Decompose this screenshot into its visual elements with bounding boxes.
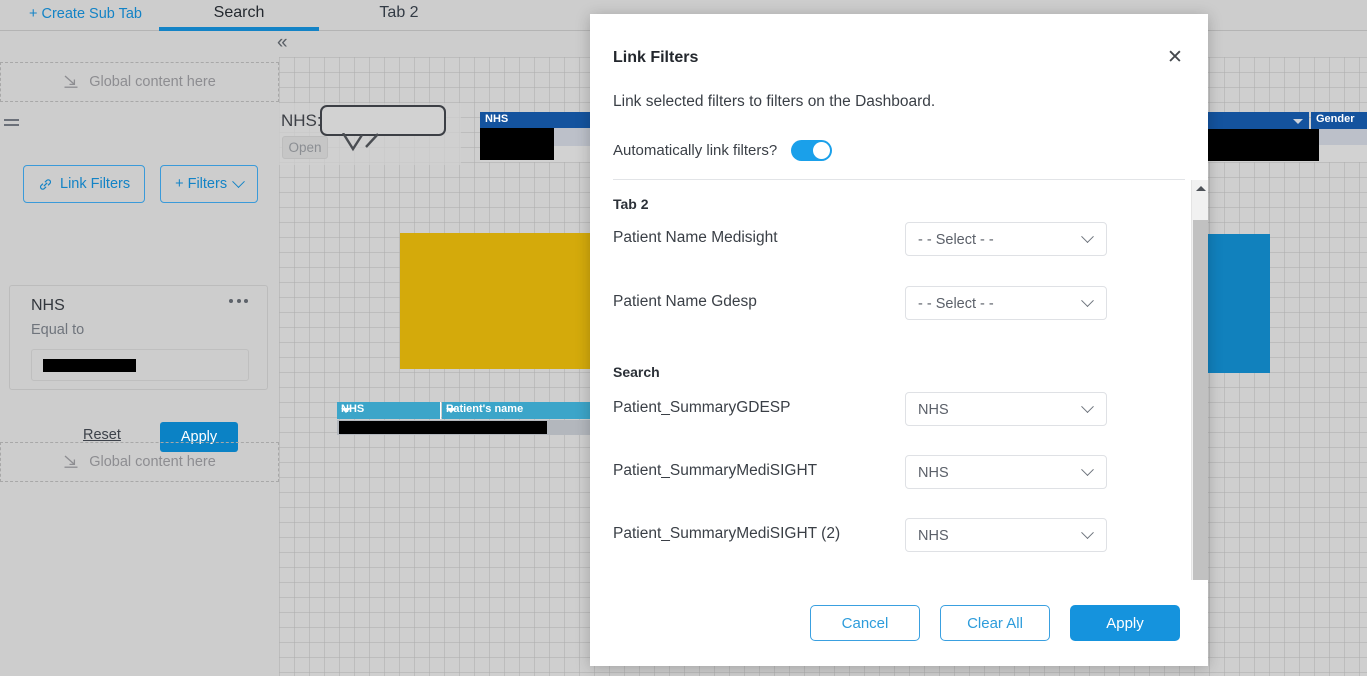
filter-row-patient-summarymedisight-2: Patient_SummaryMediSIGHT (2) NHS: [613, 518, 1185, 552]
modal-body: Tab 2 Patient Name Medisight - - Select …: [590, 186, 1208, 604]
filter-card-nhs[interactable]: NHS Equal to: [9, 285, 268, 390]
auto-link-filters-label: Automatically link filters?: [613, 142, 778, 159]
drop-arrow-icon: [64, 75, 78, 88]
filter-row-select[interactable]: - - Select - -: [905, 286, 1107, 320]
group-title-tab-2: Tab 2: [613, 196, 649, 212]
filter-row-label: Patient_SummaryMediSIGHT: [613, 462, 818, 479]
tab-tab-2[interactable]: Tab 2: [339, 2, 459, 31]
tab-tab-2-label: Tab 2: [379, 4, 419, 21]
redacted-value: [480, 128, 554, 160]
filter-row-patient-summarygdesp: Patient_SummaryGDESP NHS: [613, 392, 1185, 426]
dot: [244, 299, 248, 303]
chevron-down-icon: [1081, 463, 1094, 477]
filter-card-title: NHS: [31, 297, 65, 314]
link-filters-modal: Link Filters ✕ Link selected filters to …: [590, 14, 1208, 666]
scrollbar-thumb[interactable]: [1193, 220, 1208, 582]
dot: [236, 299, 241, 303]
redacted-value: [339, 421, 547, 434]
filter-row-label: Patient_SummaryMediSIGHT (2): [613, 525, 841, 542]
create-sub-tab-link[interactable]: + Create Sub Tab: [29, 6, 142, 22]
nhs-search-label: NHS:: [281, 111, 322, 130]
filter-row-select[interactable]: NHS: [905, 392, 1107, 426]
table-right-gender-label: Gender: [1316, 113, 1355, 125]
widget-nhs-search[interactable]: NHS: Open: [279, 103, 461, 165]
filter-row-patient-name-medisight: Patient Name Medisight - - Select - -: [613, 222, 1185, 256]
filter-row-select-value: - - Select - -: [918, 296, 994, 312]
redacted-value: [43, 359, 136, 372]
filter-card-more-icon[interactable]: [229, 299, 248, 303]
redacted-value: [1191, 129, 1319, 161]
modal-scrollbar[interactable]: [1191, 180, 1208, 604]
table-left-header-label: NHS: [485, 113, 509, 125]
app-root: + Create Sub Tab Search Tab 2 « Global c…: [0, 0, 1367, 676]
table-right-header: [1191, 112, 1309, 129]
filter-row-select-value: NHS: [918, 465, 949, 481]
filter-row-select-value: NHS: [918, 402, 949, 418]
panel-menu-icon[interactable]: [4, 119, 19, 128]
filter-row-select-value: NHS: [918, 528, 949, 544]
toggle-knob: [813, 142, 831, 159]
modal-footer: Cancel Clear All Apply: [590, 580, 1208, 666]
filter-row-patient-summarymedisight: Patient_SummaryMediSIGHT NHS: [613, 455, 1185, 489]
filter-row-select-value: - - Select - -: [918, 232, 994, 248]
auto-link-filters-row: Automatically link filters?: [613, 140, 833, 161]
table-right-header-gender: Gender: [1311, 112, 1367, 129]
modal-apply-button[interactable]: Apply: [1070, 605, 1180, 641]
chevron-down-icon: [232, 174, 245, 188]
table-column-header-label: Patient's name: [446, 403, 524, 415]
global-content-dropzone-bottom[interactable]: Global content here: [0, 442, 279, 482]
close-icon[interactable]: ✕: [1162, 44, 1188, 70]
modal-divider: [613, 179, 1185, 180]
link-filters-button[interactable]: Link Filters: [23, 165, 146, 203]
global-content-dropzone-top[interactable]: Global content here: [0, 62, 279, 102]
dot: [229, 299, 233, 303]
nhs-search-input[interactable]: [320, 105, 446, 136]
add-filters-button[interactable]: + Filters: [160, 165, 259, 203]
reset-link[interactable]: Reset: [83, 427, 121, 443]
speech-tail-icon: [341, 133, 379, 152]
filter-row-patient-name-gdesp: Patient Name Gdesp - - Select - -: [613, 286, 1185, 320]
sort-caret-icon[interactable]: [1293, 119, 1303, 124]
widget-table-right[interactable]: Gender: [1191, 112, 1367, 162]
collapse-panel-icon[interactable]: «: [277, 33, 288, 53]
filter-row-label: Patient Name Gdesp: [613, 293, 757, 310]
drop-arrow-icon: [64, 455, 78, 468]
clear-all-button[interactable]: Clear All: [940, 605, 1050, 641]
filter-card-operator: Equal to: [31, 322, 85, 338]
auto-link-filters-toggle[interactable]: [791, 140, 833, 161]
cancel-button[interactable]: Cancel: [810, 605, 920, 641]
tab-search[interactable]: Search: [159, 2, 319, 31]
widget-blue-bar[interactable]: [1202, 234, 1270, 373]
filter-row-select[interactable]: NHS: [905, 455, 1107, 489]
link-filters-button-label: Link Filters: [60, 176, 131, 192]
chevron-down-icon: [1081, 294, 1094, 308]
chevron-down-icon: [1081, 400, 1094, 414]
global-content-dropzone-bottom-label: Global content here: [89, 454, 216, 470]
triangle-up: [1195, 186, 1206, 191]
chevron-down-icon: [1081, 230, 1094, 244]
scroll-up-icon[interactable]: [1192, 180, 1209, 197]
filter-row-label: Patient Name Medisight: [613, 229, 778, 246]
add-filters-button-label: + Filters: [175, 176, 228, 192]
group-title-search: Search: [613, 364, 660, 380]
filter-row-select[interactable]: NHS: [905, 518, 1107, 552]
modal-description: Link selected filters to filters on the …: [613, 93, 936, 110]
tab-search-label: Search: [213, 4, 265, 21]
chevron-down-icon[interactable]: [446, 408, 456, 413]
filter-actions-row: Link Filters + Filters: [23, 165, 259, 203]
chain-link-icon: [40, 178, 51, 190]
filter-row-label: Patient_SummaryGDESP: [613, 399, 791, 416]
filter-row-select[interactable]: - - Select - -: [905, 222, 1107, 256]
hamburger-line: [4, 119, 19, 121]
left-filter-panel: Global content here Link Filters + Filte…: [0, 57, 279, 676]
chevron-down-icon: [1081, 526, 1094, 540]
global-content-dropzone-top-label: Global content here: [89, 74, 216, 90]
table-column-header[interactable]: NHS: [337, 402, 441, 419]
table-column-header[interactable]: Patient's name: [442, 402, 594, 419]
filter-card-value-input[interactable]: [31, 349, 249, 381]
nhs-search-open-button[interactable]: Open: [282, 136, 328, 159]
chevron-down-icon[interactable]: [341, 408, 351, 413]
hamburger-line: [4, 124, 19, 126]
modal-title: Link Filters: [613, 49, 699, 66]
